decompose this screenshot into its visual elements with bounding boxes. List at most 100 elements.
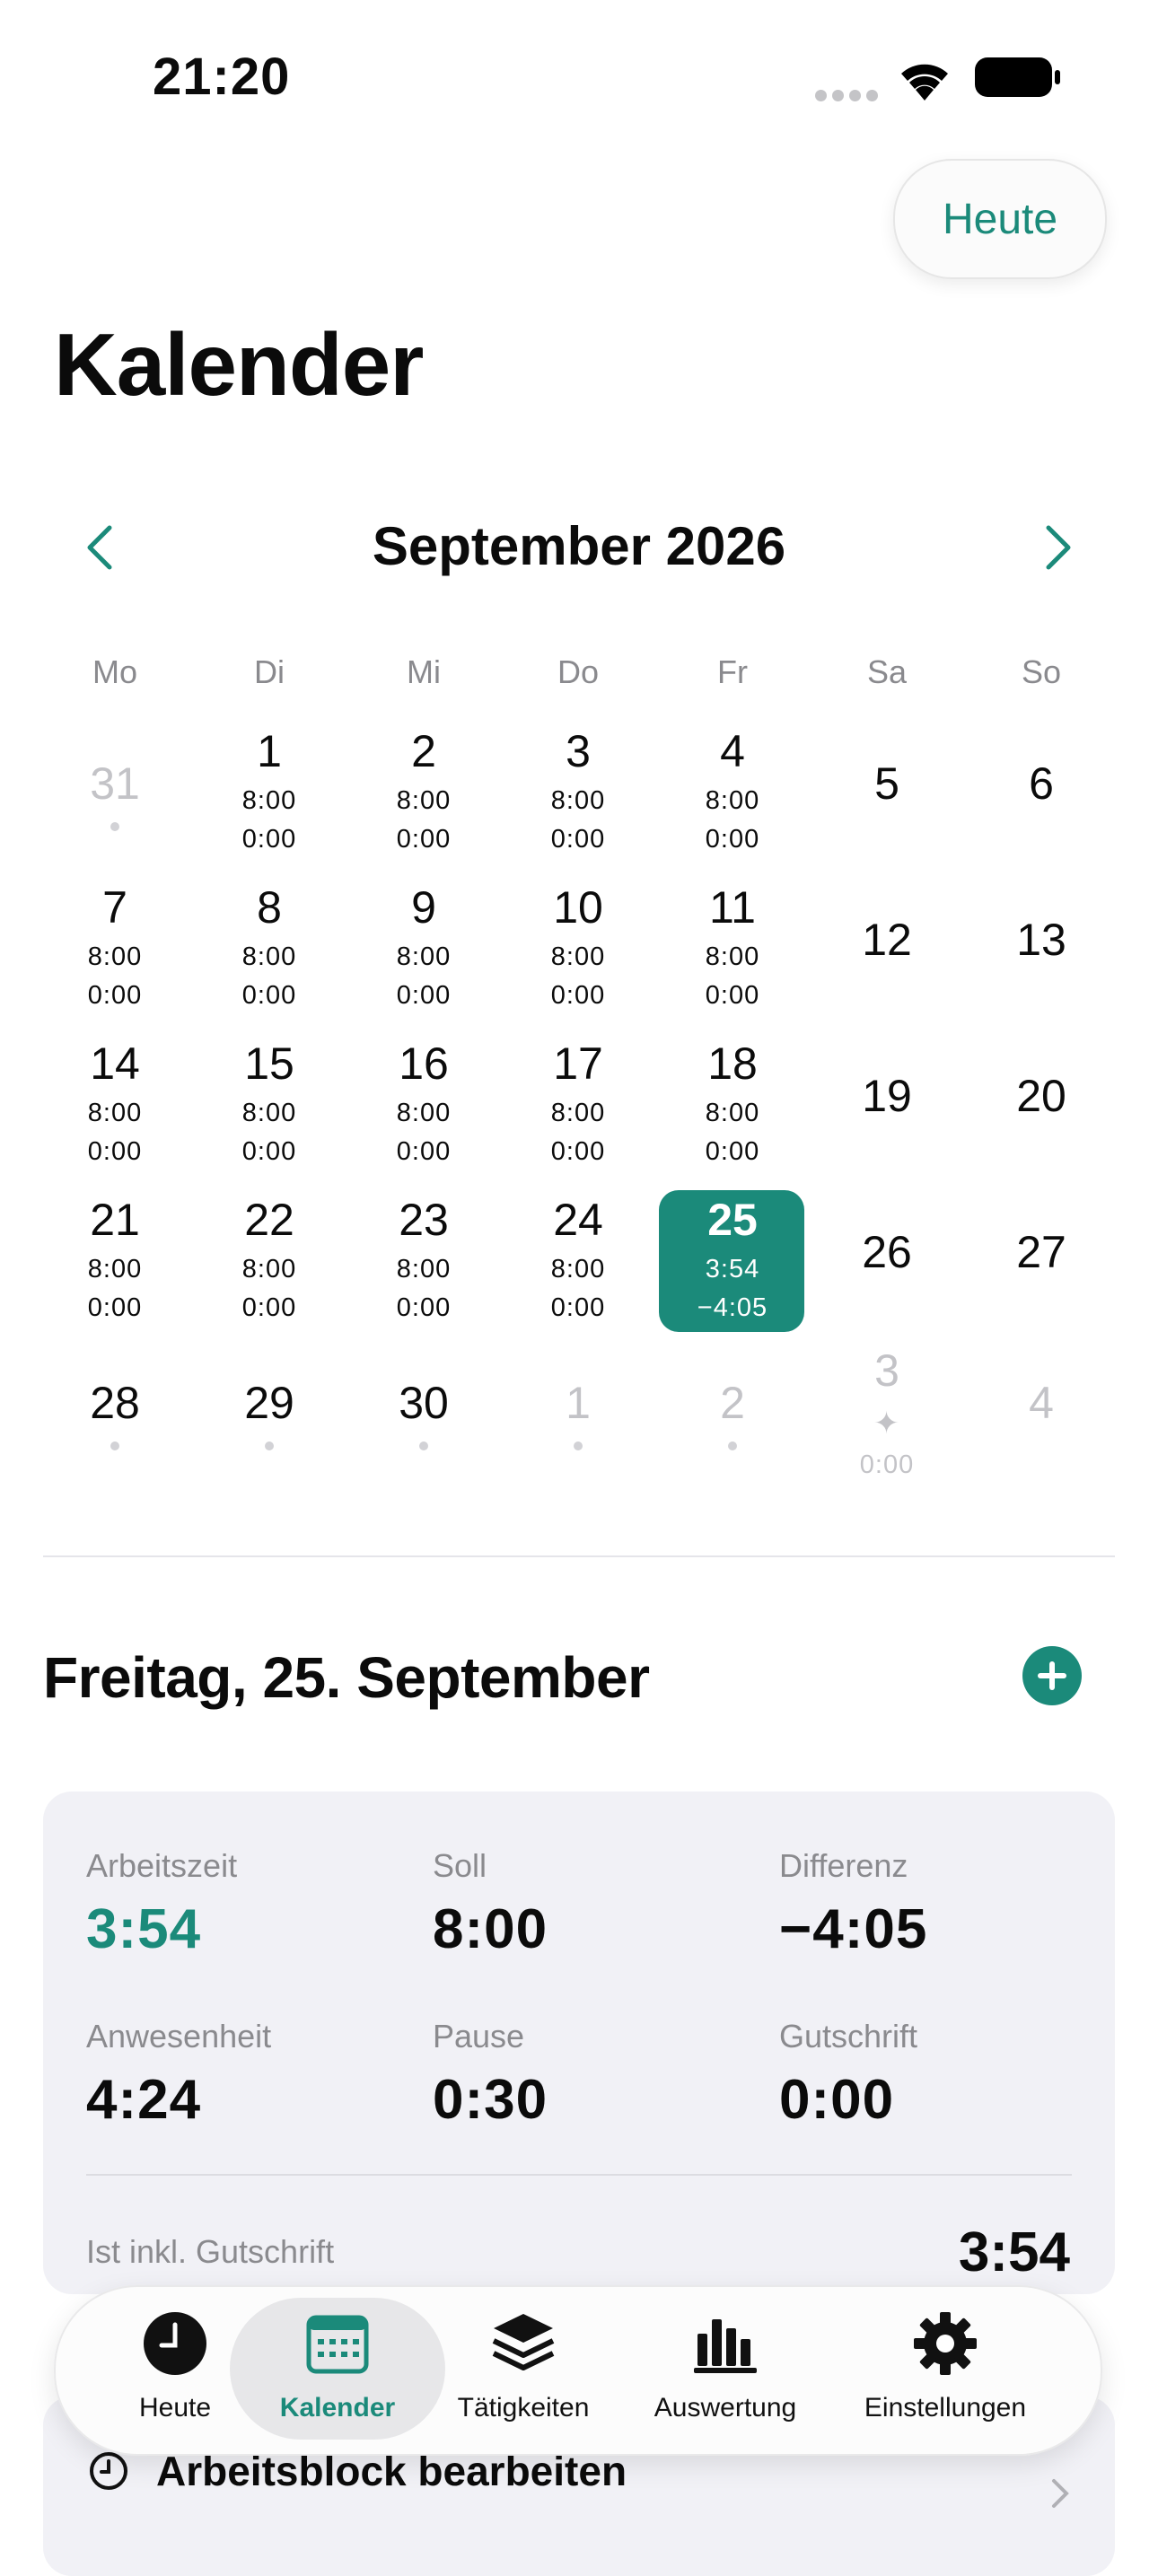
day-number: 1	[257, 726, 282, 776]
calendar-day[interactable]: 16 8:00 0:00	[347, 1038, 501, 1167]
card-divider	[86, 2174, 1072, 2176]
day-indicator-dot	[728, 1441, 737, 1450]
day-number: 16	[399, 1038, 449, 1089]
day-number: 11	[709, 882, 756, 933]
battery-icon	[975, 57, 1060, 97]
calendar-day[interactable]: 10 8:00 0:00	[501, 881, 655, 1011]
calendar-day[interactable]: 23 8:00 0:00	[347, 1194, 501, 1323]
day-number: 9	[411, 882, 436, 933]
day-target-hours: 8:00	[550, 786, 606, 815]
day-number: 14	[90, 1038, 140, 1089]
tab-einstellungen[interactable]: Einstellungen	[855, 2310, 1035, 2423]
tab-label: Tätigkeiten	[457, 2393, 590, 2423]
day-number: 3	[874, 1345, 899, 1396]
stat-label: Pause	[433, 2018, 525, 2055]
weekday-label: So	[1021, 653, 1062, 690]
day-number: 7	[102, 882, 127, 933]
day-number: 28	[90, 1378, 140, 1428]
day-target-hours: 8:00	[241, 786, 297, 815]
day-target-hours: 8:00	[396, 942, 452, 971]
day-actual-hours: 0:00	[241, 1293, 297, 1322]
day-actual-hours: 0:00	[705, 981, 760, 1010]
calendar-day[interactable]: 5	[810, 758, 964, 810]
calendar-day[interactable]: 22 8:00 0:00	[192, 1194, 347, 1323]
day-target-hours: 8:00	[705, 942, 760, 971]
calendar-day[interactable]: 25 3:54 −4:05	[655, 1194, 810, 1323]
wifi-icon	[901, 64, 948, 101]
calendar-day[interactable]: 19	[810, 1070, 964, 1122]
calendar-day[interactable]: 9 8:00 0:00	[347, 881, 501, 1011]
month-title: September 2026	[372, 516, 786, 576]
calendar-day[interactable]: 14 8:00 0:00	[38, 1038, 192, 1167]
day-number: 15	[244, 1038, 294, 1089]
weekday-label: Sa	[866, 653, 908, 690]
calendar-day[interactable]: 29	[192, 1377, 347, 1450]
day-number: 27	[1016, 1227, 1066, 1277]
total-value: 3:54	[958, 2221, 1070, 2283]
calendar-day[interactable]: 4 8:00 0:00	[655, 725, 810, 854]
calendar-day[interactable]: 11 8:00 0:00	[655, 881, 810, 1011]
weekday-label: Do	[557, 653, 600, 690]
day-number: 18	[707, 1038, 758, 1089]
day-indicator-dot	[265, 1441, 274, 1450]
day-target-hours: 8:00	[396, 786, 452, 815]
calendar-day[interactable]: 4	[964, 1377, 1119, 1429]
stat-label: Arbeitszeit	[86, 1847, 238, 1884]
weekday-label: Fr	[717, 653, 748, 690]
stat-label: Anwesenheit	[86, 2018, 272, 2055]
day-actual-hours: 0:00	[705, 825, 760, 854]
stat-value: 3:54	[86, 1898, 202, 1960]
calendar-day[interactable]: 21 8:00 0:00	[38, 1194, 192, 1323]
tab-auswertung[interactable]: Auswertung	[636, 2310, 815, 2423]
cellular-signal-icon	[815, 86, 878, 104]
calendar-day[interactable]: 13	[964, 914, 1119, 966]
calendar-day[interactable]: 31	[38, 758, 192, 831]
calendar-day[interactable]: 28	[38, 1377, 192, 1450]
day-number: 8	[257, 882, 282, 933]
day-number: 2	[720, 1378, 745, 1428]
day-actual-hours: 0:00	[396, 1137, 452, 1166]
calendar-day[interactable]: 26	[810, 1226, 964, 1278]
day-number: 17	[553, 1038, 603, 1089]
day-number: 20	[1016, 1071, 1066, 1121]
calendar-day[interactable]: 24 8:00 0:00	[501, 1194, 655, 1323]
calendar-day[interactable]: 3 8:00 0:00	[501, 725, 655, 854]
calendar-day[interactable]: 12	[810, 914, 964, 966]
add-entry-button[interactable]	[1022, 1646, 1082, 1705]
today-button[interactable]: Heute	[893, 159, 1107, 279]
calendar-day[interactable]: 17 8:00 0:00	[501, 1038, 655, 1167]
calendar-day[interactable]: 6	[964, 758, 1119, 810]
tab-taetigkeiten[interactable]: Tätigkeiten	[434, 2310, 613, 2423]
day-number: 23	[399, 1195, 449, 1245]
stat-value: 4:24	[86, 2069, 202, 2131]
tab-kalender[interactable]: Kalender	[248, 2310, 427, 2423]
calendar-day[interactable]: 1 8:00 0:00	[192, 725, 347, 854]
calendar-day[interactable]: 2 8:00 0:00	[347, 725, 501, 854]
calendar-day[interactable]: 8 8:00 0:00	[192, 881, 347, 1011]
calendar-day[interactable]: 7 8:00 0:00	[38, 881, 192, 1011]
calendar-day[interactable]: 2	[655, 1377, 810, 1450]
tab-heute[interactable]: Heute	[85, 2310, 265, 2423]
day-number: 21	[90, 1195, 140, 1245]
calendar-day[interactable]: 1	[501, 1377, 655, 1450]
next-month-button[interactable]	[1040, 522, 1075, 573]
day-indicator-dot	[574, 1441, 583, 1450]
day-indicator-dot	[110, 822, 119, 831]
day-target-hours: 8:00	[87, 942, 143, 971]
weekday-label: Mi	[407, 653, 441, 690]
calendar-day[interactable]: 15 8:00 0:00	[192, 1038, 347, 1167]
calendar-day[interactable]: 20	[964, 1070, 1119, 1122]
day-target-hours: 8:00	[550, 1255, 606, 1284]
calendar-day[interactable]: 27	[964, 1226, 1119, 1278]
calendar-day[interactable]: 30	[347, 1377, 501, 1450]
day-number: 29	[244, 1378, 294, 1428]
day-actual-hours: 0:00	[87, 981, 143, 1010]
day-number: 13	[1016, 915, 1066, 965]
section-divider	[43, 1555, 1115, 1557]
calendar-day[interactable]: 18 8:00 0:00	[655, 1038, 810, 1167]
day-actual-hours: 0:00	[859, 1450, 915, 1479]
layers-icon	[492, 2314, 555, 2370]
calendar-day[interactable]: 3 ✦ 0:00	[810, 1345, 964, 1480]
total-label: Ist inkl. Gutschrift	[86, 2233, 335, 2270]
day-target-hours: 8:00	[241, 1099, 297, 1127]
